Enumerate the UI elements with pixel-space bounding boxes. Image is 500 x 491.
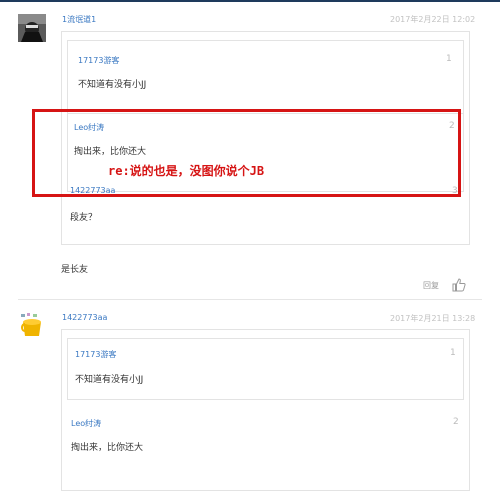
comment-date: 2017年2月22日 12:02	[390, 15, 476, 24]
thumbs-up-icon[interactable]	[452, 277, 466, 292]
annotation-text: re:说的也是，没图你说个JB	[108, 164, 265, 178]
quote-username[interactable]: 17173游客	[75, 349, 116, 360]
quote-text: 不知道有没有小JJ	[75, 375, 144, 385]
quote-username[interactable]: 17173游客	[78, 55, 119, 66]
annotation-red-box	[32, 109, 461, 197]
quote-text: 掏出来，比你还大	[71, 443, 144, 453]
top-border	[0, 0, 500, 2]
comment-username[interactable]: 1422773aa	[62, 313, 107, 322]
quote-floor-number: 2	[453, 417, 459, 427]
comment-divider	[18, 299, 482, 300]
avatar[interactable]	[18, 14, 46, 42]
reply-button[interactable]: 回复	[423, 280, 439, 291]
quote-text: 不知道有没有小JJ	[78, 80, 147, 90]
quote-box-inner	[67, 338, 464, 400]
comment-body: 是长友	[61, 265, 89, 275]
quote-floor-number: 1	[446, 54, 452, 64]
quote-floor-number: 1	[450, 348, 456, 358]
avatar[interactable]	[18, 312, 46, 340]
quote-username[interactable]: Leo纣涛	[71, 418, 101, 429]
quote-text: 段友？	[70, 213, 98, 223]
comment-username[interactable]: 1流氓道1	[62, 14, 96, 25]
comment-date: 2017年2月21日 13:28	[390, 314, 476, 323]
